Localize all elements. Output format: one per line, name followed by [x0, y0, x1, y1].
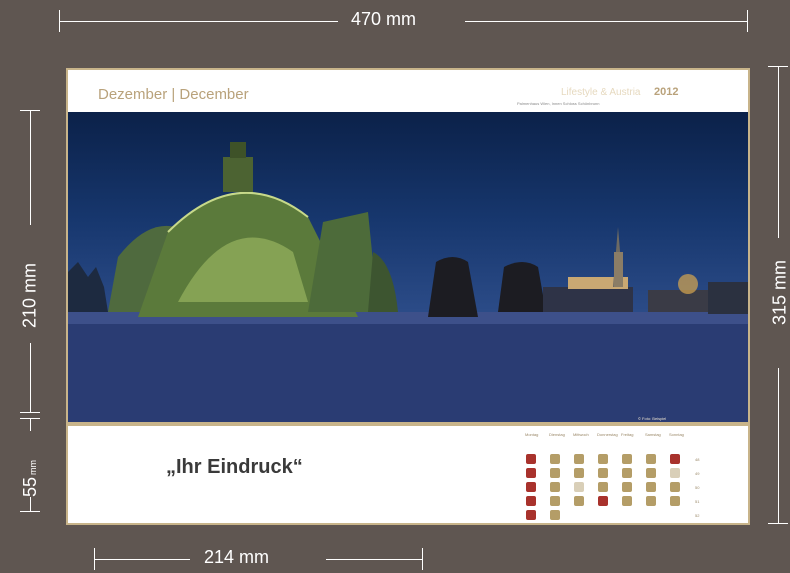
day-cell	[550, 454, 560, 464]
top-dimension-label: 470 mm	[351, 9, 417, 29]
week-number: 52	[695, 513, 700, 518]
bottom-dimension-line-left	[95, 559, 190, 560]
day-cell	[646, 482, 656, 492]
right-dimension-line-top	[778, 66, 779, 238]
day-cell	[526, 468, 536, 478]
calendar-photo	[68, 112, 748, 422]
day-cell	[598, 454, 608, 464]
day-cell	[550, 482, 560, 492]
day-cell	[526, 454, 536, 464]
week-number: 50	[695, 485, 700, 490]
week-number: 49	[695, 471, 700, 476]
day-cell	[550, 468, 560, 478]
day-cell	[646, 468, 656, 478]
week-number: 48	[695, 457, 700, 462]
day-cell	[550, 496, 560, 506]
day-cell	[670, 468, 680, 478]
day-cell	[670, 482, 680, 492]
day-cell	[622, 454, 632, 464]
grid-header-thu: Donnerstag	[597, 432, 618, 437]
right-dimension-label: 315 mm	[769, 259, 790, 326]
month-title: Dezember | December	[98, 86, 249, 103]
left-main-tick-bottom	[20, 412, 40, 413]
bottom-dimension-line-right	[326, 559, 422, 560]
right-dimension-tick-bottom	[768, 523, 788, 524]
grid-header-sun: Sonntag	[669, 432, 684, 437]
day-cell	[574, 468, 584, 478]
day-cell	[574, 496, 584, 506]
year-label: 2012	[654, 86, 679, 98]
day-cell	[526, 510, 536, 520]
grid-header-mon: Montag	[525, 432, 539, 437]
top-dimension-tick-right	[747, 10, 748, 32]
left-main-label: 210 mm	[19, 262, 40, 329]
day-cell	[574, 454, 584, 464]
day-cell	[526, 496, 536, 506]
left-small-line-top	[30, 418, 31, 431]
bottom-dimension-tick-right	[422, 548, 423, 570]
top-dimension-line-right	[465, 21, 747, 22]
left-small-line-bottom	[30, 497, 31, 511]
grid-header-sat: Samstag	[645, 432, 661, 437]
day-cell	[646, 454, 656, 464]
impression-text: „Ihr Eindruck“	[166, 456, 303, 478]
top-dimension-line-left	[60, 21, 338, 22]
day-cell	[622, 482, 632, 492]
day-cell	[670, 496, 680, 506]
left-small-tick-top	[20, 418, 40, 419]
photo-bottom-rule	[68, 422, 748, 426]
left-small-tick-bottom	[20, 511, 40, 512]
day-cell	[526, 482, 536, 492]
week-number: 51	[695, 499, 700, 504]
day-cell	[622, 468, 632, 478]
brand-label: Lifestyle & Austria	[561, 87, 641, 98]
day-cell	[574, 482, 584, 492]
left-small-value: 55	[20, 476, 40, 497]
grid-header-tue: Dienstag	[549, 432, 565, 437]
grid-header-wed: Mittwoch	[573, 432, 589, 437]
left-small-unit: mm	[28, 459, 38, 475]
left-main-line-top	[30, 110, 31, 225]
left-small-label: 55mm	[20, 453, 40, 497]
calendar-sheet: Dezember | December Lifestyle & Austria …	[66, 68, 750, 525]
day-cell	[598, 468, 608, 478]
grid-header-fri: Freitag	[621, 432, 634, 437]
day-cell	[598, 496, 608, 506]
right-dimension-line-bottom	[778, 368, 779, 524]
day-cell	[622, 496, 632, 506]
photo-credit: © Foto: Beispiel	[638, 416, 667, 421]
day-cell	[670, 454, 680, 464]
day-cell	[598, 482, 608, 492]
day-cell	[550, 510, 560, 520]
bottom-dimension-label: 214 mm	[204, 547, 270, 567]
photo-subtitle: Palmenhaus Wien, Innen Schloss Schönbrun…	[517, 101, 600, 106]
left-main-line-bottom	[30, 343, 31, 413]
day-cell	[646, 496, 656, 506]
palm-house-illustration	[68, 142, 748, 422]
